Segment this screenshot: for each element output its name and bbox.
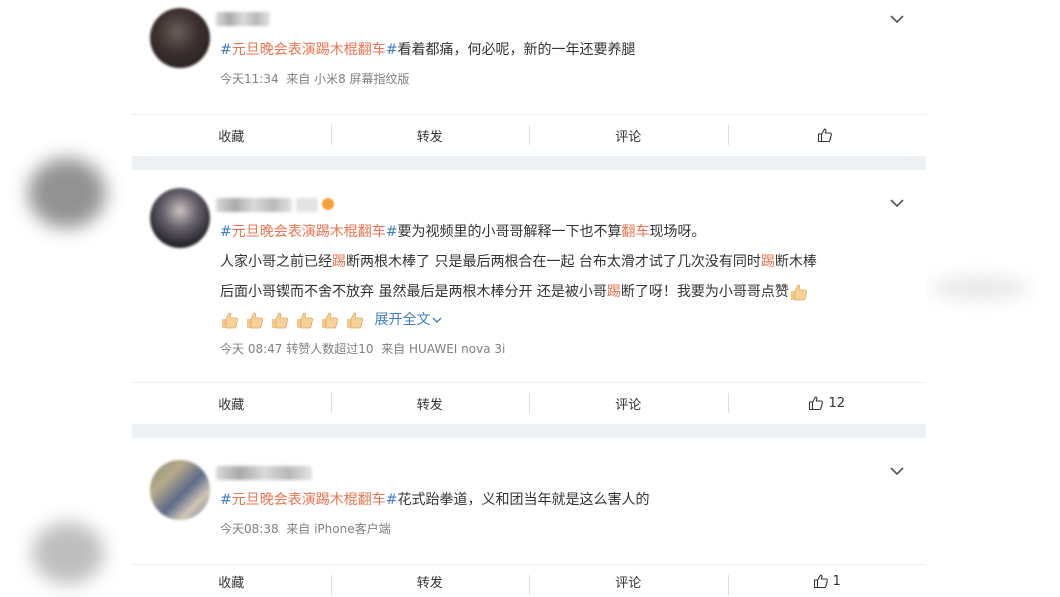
thumbs-up-emoji bbox=[790, 284, 807, 301]
like-count: 12 bbox=[828, 395, 846, 411]
blurred-side-shape-3 bbox=[930, 278, 1030, 298]
avatar[interactable] bbox=[150, 188, 210, 248]
like-button[interactable]: 12 bbox=[727, 383, 927, 423]
source-prefix: 来自 bbox=[381, 342, 406, 356]
post-3: #元旦晚会表演踢木棍翻车#花式跆拳道，义和团当年就是这么害人的 今天08:38 … bbox=[132, 438, 926, 597]
username[interactable] bbox=[216, 12, 270, 26]
post-time[interactable]: 今天 08:47 bbox=[220, 342, 282, 356]
user-badge bbox=[296, 198, 318, 212]
topic-link[interactable]: #元旦晚会表演踢木棍翻车# bbox=[220, 492, 397, 508]
action-bar: 收藏 转发 评论 12 bbox=[132, 382, 926, 423]
post-text: #元旦晚会表演踢木棍翻车#花式跆拳道，义和团当年就是这么害人的 bbox=[220, 492, 650, 508]
collect-label: 收藏 bbox=[218, 129, 245, 145]
blurred-side-shape-2 bbox=[32, 522, 104, 584]
post-time[interactable]: 今天08:38 bbox=[220, 522, 279, 536]
collect-button[interactable]: 收藏 bbox=[132, 565, 331, 597]
post-source[interactable]: iPhone客户端 bbox=[314, 522, 391, 536]
post-text-line-4: 展开全文 bbox=[220, 306, 886, 334]
thumbs-up-emoji bbox=[322, 312, 338, 329]
post-source[interactable]: HUAWEI nova 3i bbox=[409, 342, 505, 356]
like-count: 1 bbox=[832, 573, 841, 589]
like-icon bbox=[813, 574, 828, 589]
like-icon bbox=[809, 396, 824, 411]
repost-button[interactable]: 转发 bbox=[330, 115, 530, 155]
username[interactable] bbox=[216, 466, 312, 480]
source-prefix: 来自 bbox=[286, 522, 311, 536]
post-text-line-3: 后面小哥锲而不舍不放弃 虽然最后是两根木棒分开 还是被小哥踢断了呀！我要为小哥哥… bbox=[220, 278, 886, 306]
feed: #元旦晚会表演踢木棍翻车#看着都痛，何必呢，新的一年还要养腿 今天11:34 来… bbox=[132, 0, 926, 597]
collect-button[interactable]: 收藏 bbox=[132, 115, 331, 155]
thumbs-up-emoji bbox=[297, 312, 313, 329]
post-2: #元旦晚会表演踢木棍翻车#要为视频里的小哥哥解释一下也不算翻车现场呀。 人家小哥… bbox=[132, 170, 926, 424]
comment-button[interactable]: 评论 bbox=[529, 565, 728, 597]
topic-link[interactable]: #元旦晚会表演踢木棍翻车# bbox=[220, 224, 397, 240]
collect-label: 收藏 bbox=[218, 397, 245, 413]
post-text-line-1: #元旦晚会表演踢木棍翻车#要为视频里的小哥哥解释一下也不算翻车现场呀。 bbox=[220, 224, 706, 240]
post-meta: 今天 08:47 转赞人数超过10 来自 HUAWEI nova 3i bbox=[220, 340, 505, 357]
comment-label: 评论 bbox=[615, 575, 642, 591]
avatar[interactable] bbox=[150, 460, 210, 520]
source-prefix: 来自 bbox=[286, 72, 311, 86]
blurred-side-shape-1 bbox=[28, 158, 106, 228]
chevron-down-icon bbox=[432, 317, 442, 323]
post-text: #元旦晚会表演踢木棍翻车#看着都痛，何必呢，新的一年还要养腿 bbox=[220, 42, 636, 58]
badge-icon bbox=[322, 198, 334, 210]
post-meta: 今天08:38 来自 iPhone客户端 bbox=[220, 520, 391, 537]
repost-button[interactable]: 转发 bbox=[330, 383, 530, 423]
like-button[interactable] bbox=[727, 115, 927, 155]
action-bar: 收藏 转发 评论 bbox=[132, 114, 926, 155]
like-button[interactable]: 1 bbox=[727, 565, 927, 597]
collect-button[interactable]: 收藏 bbox=[132, 383, 331, 423]
topic-link[interactable]: #元旦晚会表演踢木棍翻车# bbox=[220, 42, 397, 58]
repost-label: 转发 bbox=[416, 575, 443, 591]
chevron-down-icon[interactable] bbox=[890, 198, 904, 210]
avatar[interactable] bbox=[150, 8, 210, 68]
collect-label: 收藏 bbox=[218, 575, 245, 591]
comment-label: 评论 bbox=[615, 397, 642, 413]
expand-full-text-link[interactable]: 展开全文 bbox=[374, 312, 442, 328]
chevron-down-icon[interactable] bbox=[890, 14, 904, 26]
thumbs-up-emoji bbox=[272, 312, 288, 329]
post-views: 转赞人数超过10 bbox=[286, 342, 374, 356]
thumbs-up-emoji bbox=[347, 312, 363, 329]
post-text-line-2: 人家小哥之前已经踢断两根木棒了 只是最后两根合在一起 台布太滑才试了几次没有同时… bbox=[220, 254, 817, 270]
username[interactable] bbox=[216, 198, 292, 212]
action-bar: 收藏 转发 评论 1 bbox=[132, 564, 926, 597]
post-meta: 今天11:34 来自 小米8 屏幕指纹版 bbox=[220, 70, 410, 87]
repost-label: 转发 bbox=[416, 397, 443, 413]
chevron-down-icon[interactable] bbox=[890, 466, 904, 478]
post-time[interactable]: 今天11:34 bbox=[220, 72, 279, 86]
repost-button[interactable]: 转发 bbox=[330, 565, 530, 597]
comment-label: 评论 bbox=[615, 129, 642, 145]
comment-button[interactable]: 评论 bbox=[529, 115, 728, 155]
post-source[interactable]: 小米8 屏幕指纹版 bbox=[314, 72, 409, 86]
post-1: #元旦晚会表演踢木棍翻车#看着都痛，何必呢，新的一年还要养腿 今天11:34 来… bbox=[132, 0, 926, 156]
thumbs-up-emoji bbox=[247, 312, 263, 329]
repost-label: 转发 bbox=[416, 129, 443, 145]
thumbs-up-emoji bbox=[222, 312, 238, 329]
comment-button[interactable]: 评论 bbox=[529, 383, 728, 423]
like-icon bbox=[817, 128, 832, 143]
